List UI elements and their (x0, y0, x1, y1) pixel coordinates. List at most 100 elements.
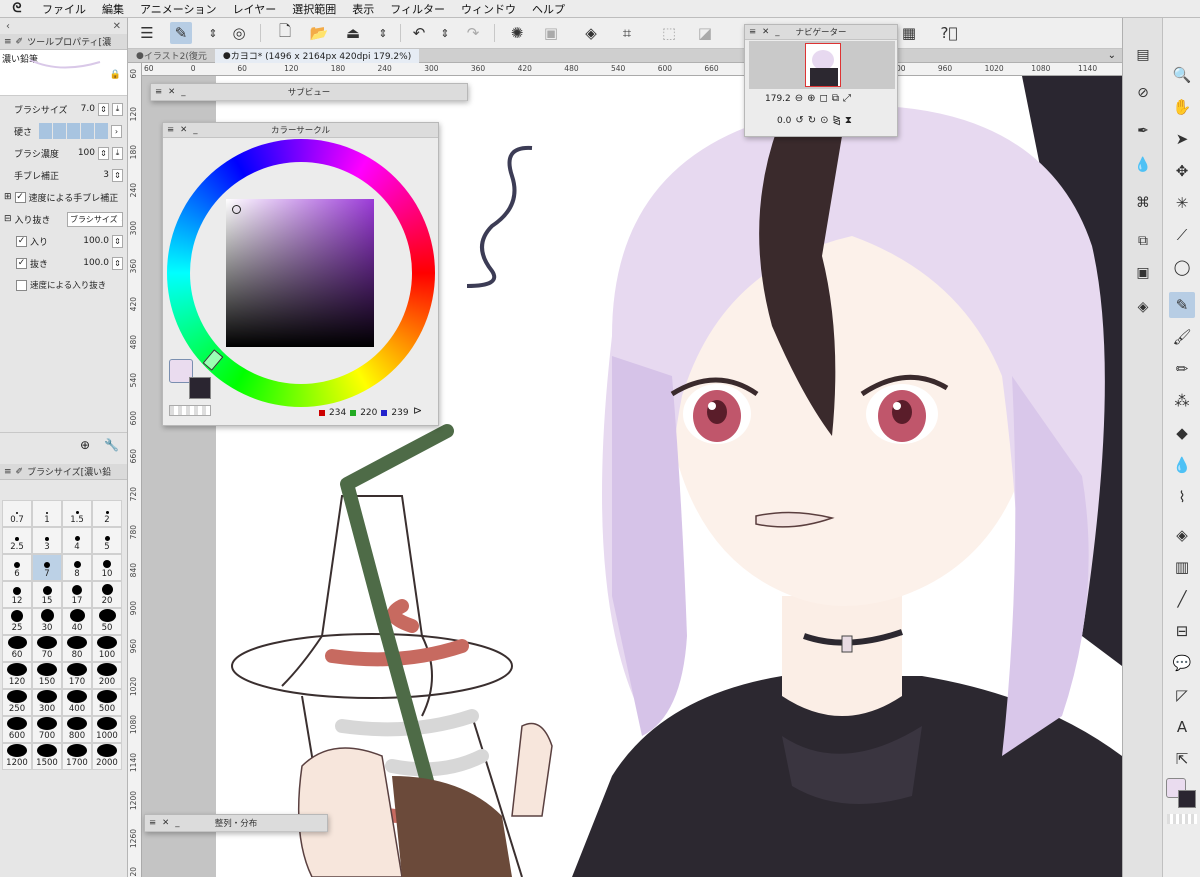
collapse-icon[interactable]: ⊟ (4, 214, 12, 224)
ruler-tool-icon[interactable]: ◸ (1169, 682, 1195, 708)
eyedropper-icon[interactable]: ⟋ (1169, 222, 1195, 248)
tab-kayoko[interactable]: ● カヨコ* (1496 x 2164px 420dpi 179.2%) (214, 48, 420, 63)
brush-size-option[interactable]: 600 (2, 716, 32, 743)
text-icon[interactable]: A (1169, 714, 1195, 740)
brush-size-option[interactable]: 70 (32, 635, 62, 662)
zoom-in-icon[interactable]: ⊕ (807, 93, 815, 104)
loading-spinner-icon[interactable]: ✺ (506, 22, 528, 44)
brush-size-option[interactable]: 1500 (32, 743, 62, 770)
taper-start-value[interactable]: 100.0 (83, 236, 109, 246)
invert-selection-icon[interactable]: ◪ (694, 22, 716, 44)
undo-icon[interactable]: ↶ (408, 22, 430, 44)
chevron-right-icon[interactable]: › (111, 124, 123, 138)
brush-size-option[interactable]: 1.5 (62, 500, 92, 527)
density-pressure-icon[interactable]: ⤓ (112, 146, 123, 160)
rotation-value[interactable]: 0.0 (777, 116, 791, 126)
panel-menu-icon[interactable]: ≡ (155, 87, 162, 97)
new-file-icon[interactable]: 🗋 (274, 22, 296, 44)
move-icon[interactable]: ✥ (1169, 158, 1195, 184)
zoom-out-icon[interactable]: ⊖ (795, 93, 803, 104)
menu-filter[interactable]: フィルター (382, 1, 453, 17)
brush-size-option[interactable]: 5 (92, 527, 122, 554)
panel-menu-icon[interactable]: ≡ (149, 818, 156, 828)
brush-size-option[interactable]: 20 (92, 581, 122, 608)
brush-size-option[interactable]: 2 (92, 500, 122, 527)
actual-size-icon[interactable]: ◻ (820, 93, 828, 104)
brush-size-option[interactable]: 60 (2, 635, 32, 662)
brush-size-value[interactable]: 7.0 (81, 104, 95, 114)
density-stepper[interactable]: ⇕ (98, 146, 109, 160)
lock-icon[interactable]: 🔒 (110, 70, 121, 80)
taper-end-checkbox[interactable]: ✓ (16, 257, 27, 269)
clear-icon[interactable]: ⬚ (658, 22, 680, 44)
brush-size-option[interactable]: 1000 (92, 716, 122, 743)
material-icon[interactable]: ⧉ (1132, 230, 1154, 252)
brush-size-option[interactable]: 4 (62, 527, 92, 554)
brush-size-option[interactable]: 200 (92, 662, 122, 689)
menu-animation[interactable]: アニメーション (132, 1, 225, 17)
fill-icon[interactable]: ◈ (580, 22, 602, 44)
brush-size-option[interactable]: 2.5 (2, 527, 32, 554)
brush-size-option[interactable]: 800 (62, 716, 92, 743)
taper-end-value[interactable]: 100.0 (83, 258, 109, 268)
brush-size-option[interactable]: 1200 (2, 743, 32, 770)
collapse-left-icon[interactable]: ‹ (6, 21, 10, 32)
reset-rotation-icon[interactable]: ⊙ (820, 115, 828, 126)
pressure-settings-icon[interactable]: ⤓ (112, 102, 123, 116)
panel-menu-icon[interactable]: ≡ (749, 27, 756, 37)
open-folder-icon[interactable]: 📂 (308, 22, 330, 44)
close-dock-icon[interactable]: ✕ (113, 21, 121, 32)
navigator-preview[interactable] (749, 41, 895, 89)
airbrush-icon[interactable]: ⁂ (1169, 388, 1195, 414)
brush-size-option[interactable]: 30 (32, 608, 62, 635)
brush-size-option[interactable]: 12 (2, 581, 32, 608)
rotate-left-icon[interactable]: ↺ (795, 115, 803, 126)
brush-size-option[interactable]: 700 (32, 716, 62, 743)
taper-select[interactable]: ブラシサイズ ⌄ (67, 211, 123, 227)
brush-size-option[interactable]: 300 (32, 689, 62, 716)
stabilization-stepper[interactable]: ⇕ (112, 168, 123, 182)
taper-end-stepper[interactable]: ⇕ (112, 256, 123, 270)
navigator-icon[interactable]: ⊘ (1132, 82, 1154, 104)
balloon-icon[interactable]: 💬 (1169, 650, 1195, 676)
zoom-value[interactable]: 179.2 (765, 94, 791, 104)
rotate-right-icon[interactable]: ↻ (808, 115, 816, 126)
updown-icon[interactable]: ⇕ (372, 22, 394, 44)
close-icon[interactable]: ✕ (180, 125, 187, 135)
menu-layer[interactable]: レイヤー (225, 1, 285, 17)
auto-select-icon[interactable]: ✳ (1169, 190, 1195, 216)
updown-icon[interactable]: ⇕ (434, 22, 456, 44)
correction-icon[interactable]: ⌇ (1169, 484, 1195, 510)
layer-property-icon[interactable]: ⌘ (1132, 192, 1154, 214)
stabilization-value[interactable]: 3 (103, 170, 109, 180)
saturation-brightness-square[interactable] (226, 199, 374, 347)
brush-size-option[interactable]: 250 (2, 689, 32, 716)
blend-icon[interactable]: 💧 (1169, 452, 1195, 478)
hand-icon[interactable]: ✋ (1169, 94, 1195, 120)
layers-icon[interactable]: ◈ (1132, 296, 1154, 318)
pen-tool-icon[interactable]: ✎ (1169, 292, 1195, 318)
close-icon[interactable]: ✕ (162, 818, 169, 828)
eraser-icon[interactable]: ◆ (1169, 420, 1195, 446)
image-icon[interactable]: ▣ (1132, 262, 1154, 284)
brush-size-option[interactable]: 15 (32, 581, 62, 608)
brush-size-option[interactable]: 25 (2, 608, 32, 635)
menu-view[interactable]: 表示 (344, 1, 382, 17)
density-value[interactable]: 100 (78, 148, 95, 158)
filmstrip-icon[interactable]: ▤ (1132, 44, 1154, 66)
lasso-icon[interactable]: ◯ (1169, 254, 1195, 280)
brush-size-option[interactable]: 50 (92, 608, 122, 635)
brush-size-option[interactable]: 1 (32, 500, 62, 527)
redo-icon[interactable]: ↷ (462, 22, 484, 44)
sub-tool-icon[interactable]: ✒ (1132, 120, 1154, 142)
tab-illust2[interactable]: ● イラスト2(復元 (128, 49, 215, 63)
speed-taper-checkbox[interactable] (16, 279, 27, 291)
brush-size-option[interactable]: 400 (62, 689, 92, 716)
app-logo-icon[interactable]: ᘓ (0, 1, 34, 16)
gradient-icon[interactable]: ▥ (1169, 554, 1195, 580)
object-select-icon[interactable]: ⇱ (1169, 746, 1195, 772)
brush-size-option[interactable]: 170 (62, 662, 92, 689)
color-mode-icon[interactable]: ⊳ (413, 404, 422, 417)
panel-menu-icon[interactable]: ≡ (4, 37, 12, 47)
brush-size-option[interactable]: 80 (62, 635, 92, 662)
